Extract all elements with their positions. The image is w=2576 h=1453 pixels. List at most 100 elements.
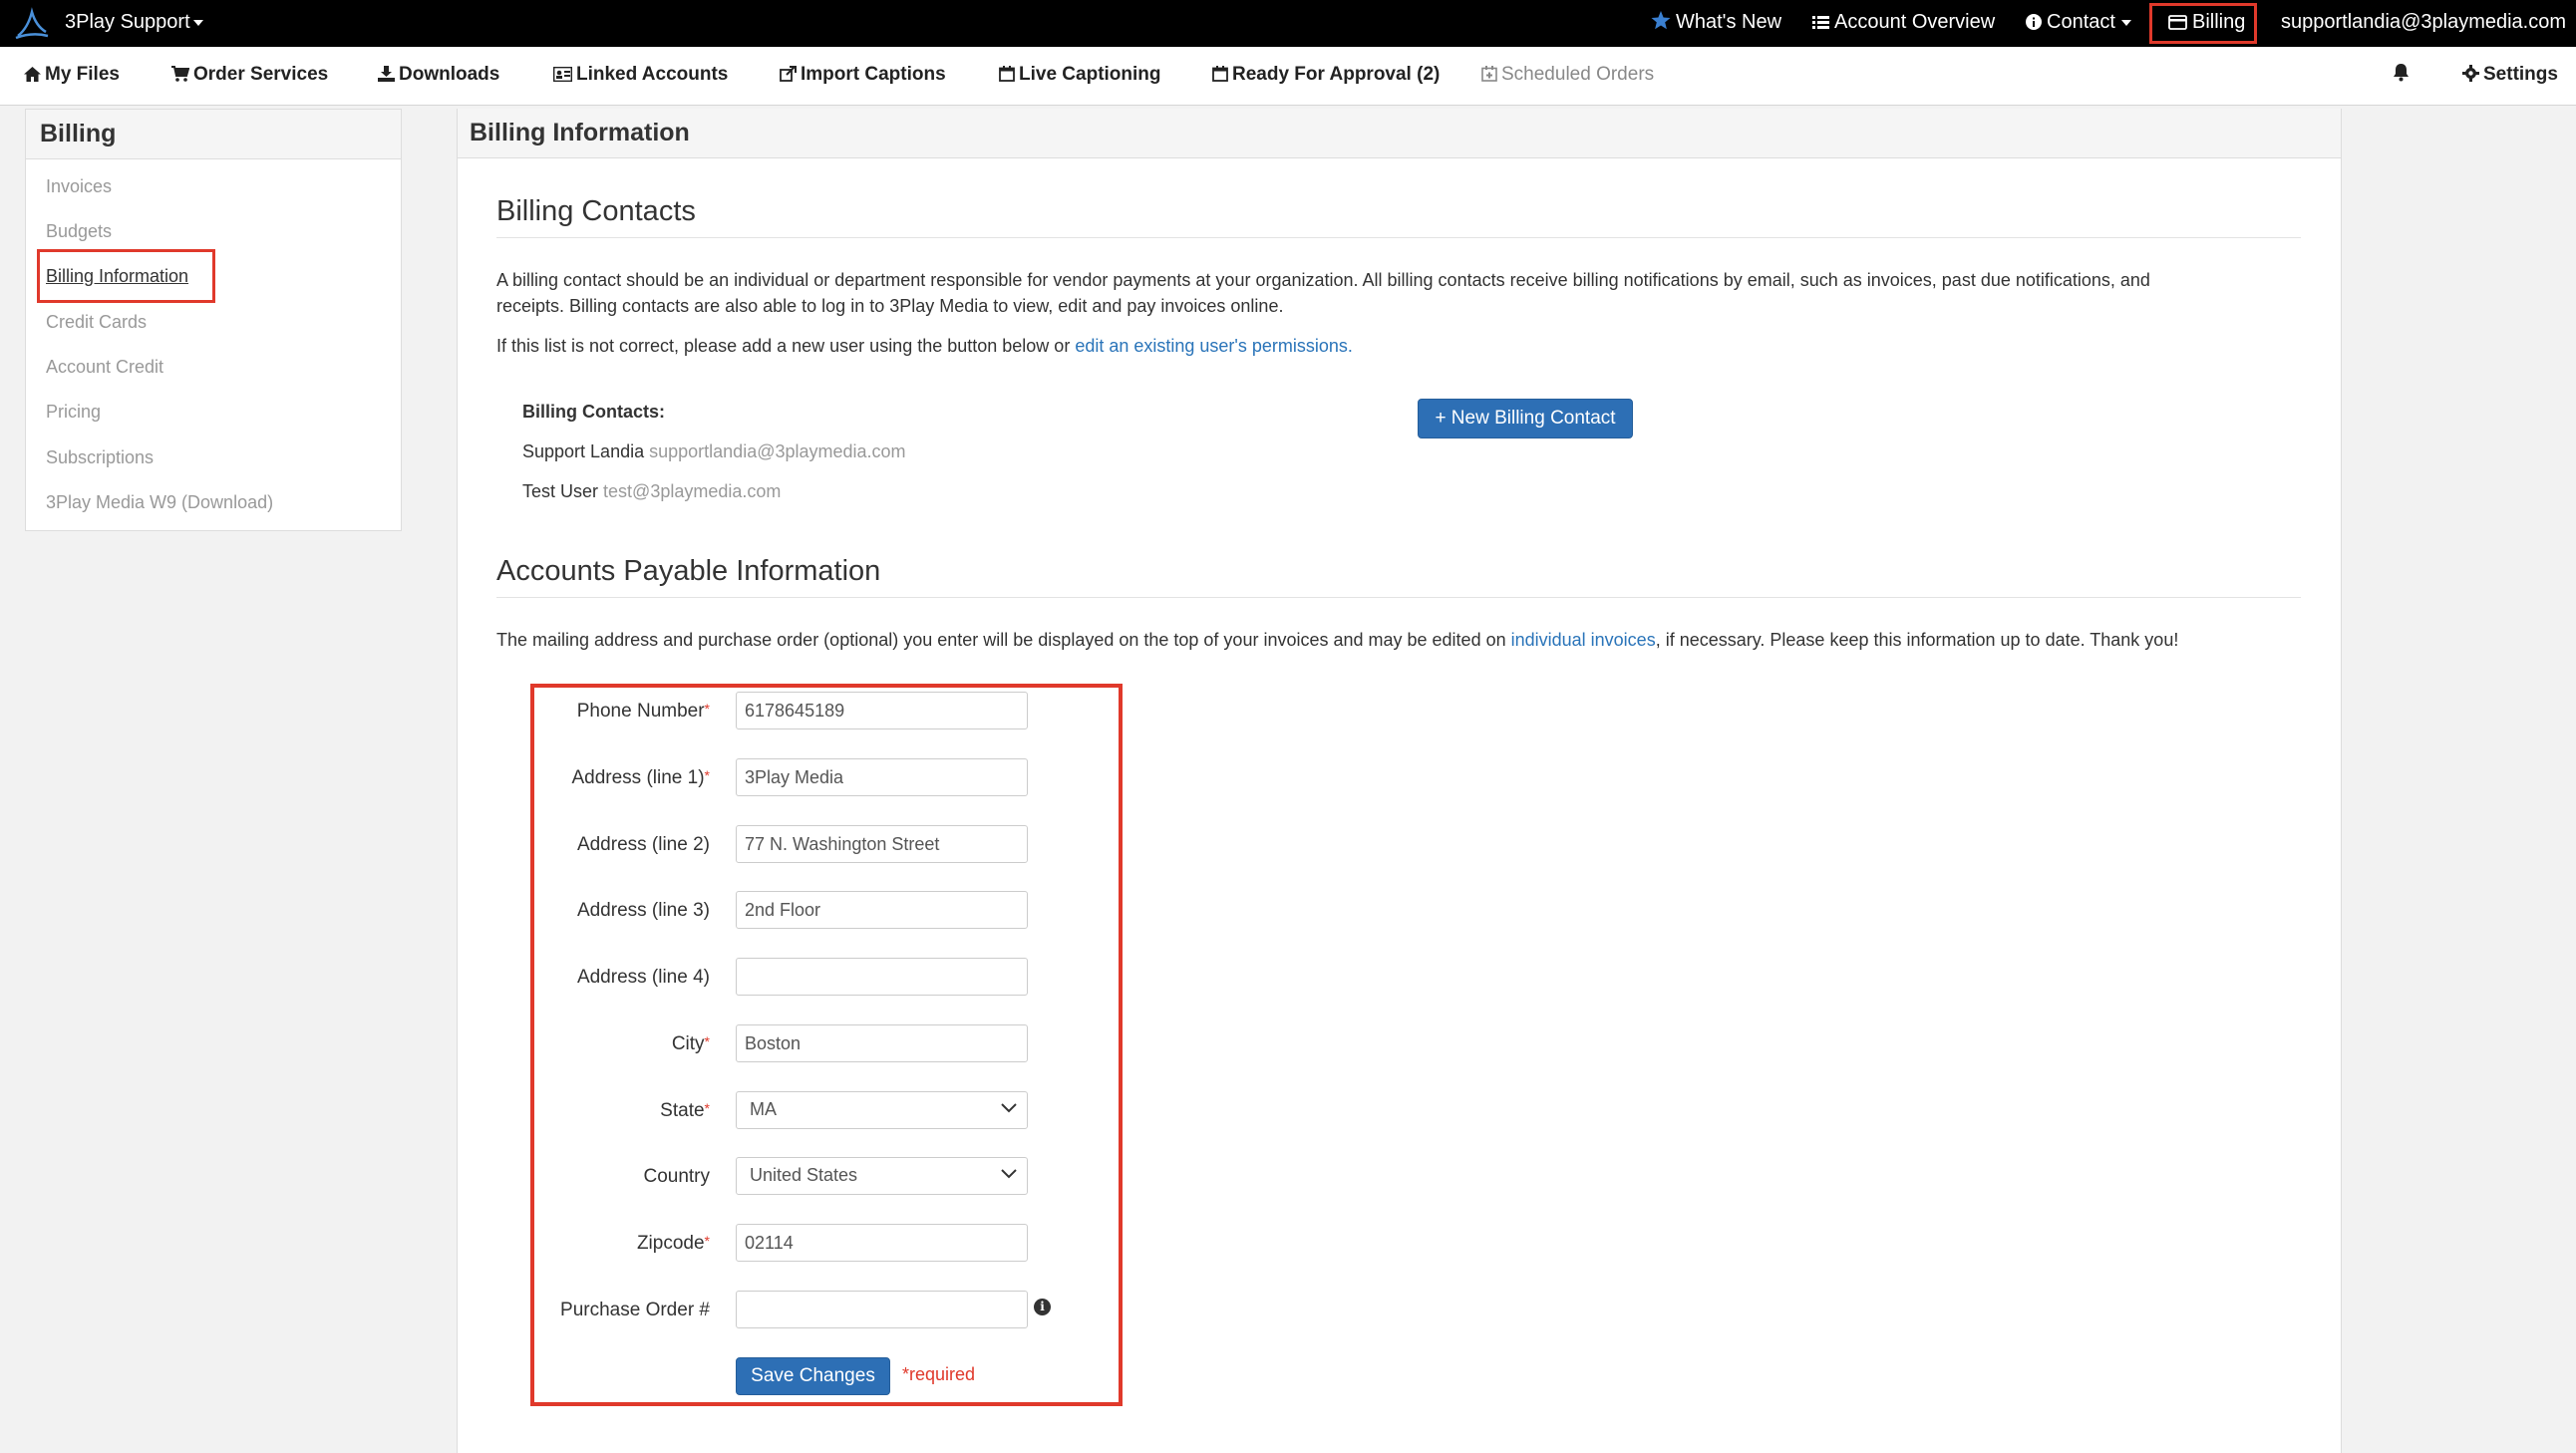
nav-linked-accounts[interactable]: Linked Accounts xyxy=(552,64,729,88)
nav-ready-for-approval-label: Ready For Approval (2) xyxy=(1232,64,1441,85)
address-line3-input[interactable] xyxy=(736,891,1028,929)
nav-ready-for-approval[interactable]: Ready For Approval (2) xyxy=(1212,64,1440,88)
country-select[interactable]: United States xyxy=(736,1157,1028,1195)
nav-import-captions[interactable]: Import Captions xyxy=(780,64,946,88)
billing-information-highlight-box xyxy=(37,249,215,303)
state-selected-value: MA xyxy=(750,1099,777,1119)
3play-logo-icon[interactable] xyxy=(14,6,50,42)
contact-dropdown[interactable]: Contact xyxy=(2026,11,2131,36)
required-mark: * xyxy=(704,1033,710,1049)
home-icon xyxy=(24,66,41,88)
nav-downloads[interactable]: Downloads xyxy=(378,64,499,88)
download-icon xyxy=(378,66,395,88)
sidebar-item-w9-download[interactable]: 3Play Media W9 (Download) xyxy=(46,492,273,513)
share-icon xyxy=(780,66,797,88)
id-card-icon xyxy=(552,66,573,88)
star-icon xyxy=(1651,11,1671,36)
state-select[interactable]: MA xyxy=(736,1091,1028,1129)
ap-desc-text: The mailing address and purchase order (… xyxy=(496,630,1511,650)
purchase-order-input[interactable] xyxy=(736,1291,1028,1328)
billing-contact-row: Test User test@3playmedia.com xyxy=(522,478,781,504)
address-line1-input[interactable] xyxy=(736,758,1028,796)
zipcode-input[interactable] xyxy=(736,1224,1028,1262)
notifications-bell[interactable] xyxy=(2393,63,2414,88)
page-title: Billing Information xyxy=(458,109,2341,158)
info-icon[interactable]: i xyxy=(1034,1299,1051,1315)
contact-name: Test User xyxy=(522,481,599,501)
main-nav: My Files Order Services Downloads Linked… xyxy=(0,47,2576,106)
state-label: State* xyxy=(411,1100,710,1122)
billing-contacts-heading: Billing Contacts xyxy=(496,195,696,227)
address-line3-label: Address (line 3) xyxy=(576,900,710,921)
whats-new-link[interactable]: What's New xyxy=(1651,11,1781,36)
city-label: City* xyxy=(411,1033,710,1055)
sidebar-item-credit-cards[interactable]: Credit Cards xyxy=(46,312,147,333)
contact-label: Contact xyxy=(2047,11,2115,33)
info-circle-icon xyxy=(2026,13,2042,36)
sidebar-item-pricing[interactable]: Pricing xyxy=(46,402,101,423)
city-input[interactable] xyxy=(736,1024,1028,1062)
billing-contacts-desc-line2: receipts. Billing contacts are also able… xyxy=(496,296,1284,316)
account-overview-label: Account Overview xyxy=(1834,11,1996,33)
calendar-plus-icon xyxy=(1481,66,1497,88)
user-menu[interactable]: supportlandia@3playmedia.com xyxy=(2281,11,2566,34)
required-mark: * xyxy=(704,1233,710,1249)
save-changes-button[interactable]: Save Changes xyxy=(736,1357,890,1395)
nav-linked-accounts-label: Linked Accounts xyxy=(576,64,729,85)
phone-label: Phone Number* xyxy=(411,701,710,723)
section-divider xyxy=(496,237,2301,238)
contact-email: test@3playmedia.com xyxy=(603,481,782,501)
contact-name: Support Landia xyxy=(522,441,645,461)
nav-scheduled-orders-label: Scheduled Orders xyxy=(1501,64,1655,85)
nav-scheduled-orders[interactable]: Scheduled Orders xyxy=(1481,64,1654,88)
individual-invoices-link[interactable]: individual invoices xyxy=(1511,630,1656,650)
calendar-icon xyxy=(999,66,1015,88)
nav-live-captioning-label: Live Captioning xyxy=(1019,64,1161,85)
nav-order-services[interactable]: Order Services xyxy=(171,64,328,88)
bell-icon xyxy=(2393,63,2410,88)
new-billing-contact-button[interactable]: + New Billing Contact xyxy=(1418,399,1633,438)
required-mark: * xyxy=(704,767,710,783)
required-mark: * xyxy=(704,701,710,717)
nav-settings-label: Settings xyxy=(2483,64,2558,85)
nav-import-captions-label: Import Captions xyxy=(801,64,946,85)
edit-permissions-link[interactable]: edit an existing user's permissions. xyxy=(1075,336,1353,356)
country-selected-value: United States xyxy=(750,1165,858,1185)
account-switcher[interactable]: 3Play Support xyxy=(65,11,203,34)
billing-contacts-note: If this list is not correct, please add … xyxy=(496,333,1353,359)
sidebar-item-invoices[interactable]: Invoices xyxy=(46,176,112,197)
nav-my-files-label: My Files xyxy=(45,64,120,85)
required-note: *required xyxy=(902,1364,976,1384)
caret-down-icon xyxy=(192,19,203,26)
billing-sidebar: Billing Invoices Budgets Billing Informa… xyxy=(25,109,402,531)
nav-live-captioning[interactable]: Live Captioning xyxy=(999,64,1161,88)
address-line4-label: Address (line 4) xyxy=(576,967,710,988)
state-label-text: State xyxy=(660,1100,705,1121)
phone-label-text: Phone Number xyxy=(576,701,705,722)
chevron-down-icon xyxy=(1001,1169,1017,1179)
required-mark: * xyxy=(704,1100,710,1116)
nav-settings[interactable]: Settings xyxy=(2462,64,2558,88)
nav-my-files[interactable]: My Files xyxy=(24,64,120,88)
contact-email: supportlandia@3playmedia.com xyxy=(649,441,906,461)
billing-contacts-label: Billing Contacts: xyxy=(522,402,665,422)
billing-highlight-box xyxy=(2149,3,2257,44)
city-label-text: City xyxy=(671,1033,705,1054)
sidebar-item-subscriptions[interactable]: Subscriptions xyxy=(46,447,154,468)
address-line2-input[interactable] xyxy=(736,825,1028,863)
zipcode-label-text: Zipcode xyxy=(636,1233,705,1254)
top-bar: 3Play Support What's New Account Overvie… xyxy=(0,0,2576,47)
sidebar-title: Billing xyxy=(26,110,401,159)
address-line1-label-text: Address (line 1) xyxy=(571,767,705,788)
note-text: If this list is not correct, please add … xyxy=(496,336,1076,356)
caret-down-icon xyxy=(2120,19,2131,26)
country-label: Country xyxy=(643,1166,710,1187)
account-overview-link[interactable]: Account Overview xyxy=(1812,11,1995,36)
chevron-down-icon xyxy=(1001,1103,1017,1113)
phone-input[interactable] xyxy=(736,692,1028,729)
sidebar-item-budgets[interactable]: Budgets xyxy=(46,221,112,242)
address-line4-input[interactable] xyxy=(736,958,1028,996)
sidebar-item-account-credit[interactable]: Account Credit xyxy=(46,357,163,378)
cart-icon xyxy=(171,66,190,88)
calendar-icon xyxy=(1212,66,1228,88)
